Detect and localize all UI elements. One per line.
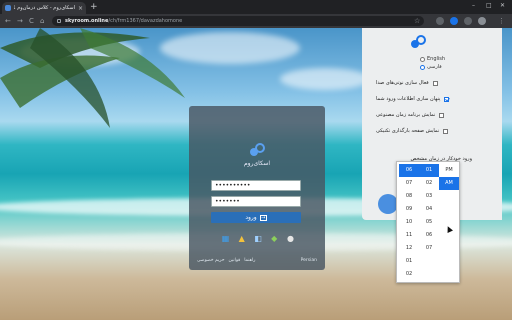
- windows-icon[interactable]: ▦: [221, 234, 230, 243]
- macos-finder-icon[interactable]: ◧: [254, 234, 263, 243]
- tab-title: اسکای‌روم - کلاس درمان‌وم 3121: [14, 5, 75, 11]
- english-radio[interactable]: [420, 56, 425, 62]
- hour-option[interactable]: 06: [399, 164, 419, 177]
- login-footer: حریم خصوصی قوانین راهنما Persian: [197, 258, 317, 263]
- android-icon[interactable]: ◆: [270, 234, 279, 243]
- minute-option[interactable]: 07: [419, 242, 439, 255]
- hour-column[interactable]: 06 07 08 09 10 11 12 01 02: [399, 164, 419, 281]
- hide-login-info-checkbox[interactable]: [444, 96, 450, 102]
- terms-link[interactable]: قوانین: [229, 258, 241, 263]
- language-option-farsi[interactable]: فارسی: [420, 64, 442, 70]
- save-settings-button[interactable]: [378, 194, 398, 214]
- option-hide-login-info[interactable]: پنهان سازی اطلاعات ورود شما: [376, 96, 496, 102]
- farsi-radio[interactable]: [420, 64, 425, 70]
- english-label: English: [427, 56, 446, 62]
- linux-icon[interactable]: ▲: [237, 234, 246, 243]
- help-link[interactable]: راهنما: [244, 258, 255, 263]
- browser-tab[interactable]: اسکای‌روم - کلاس درمان‌وم 3121 ×: [2, 2, 86, 14]
- hour-option[interactable]: 09: [399, 203, 419, 216]
- option-sound-notifications[interactable]: فعال سازی نوتی‌های صدا: [376, 80, 496, 86]
- tab-strip: اسکای‌روم - کلاس درمان‌وم 3121 × + – □ ✕: [0, 0, 512, 14]
- skyroom-logo-icon: [411, 35, 426, 48]
- time-picker-dropdown: 06 07 08 09 10 11 12 01 02 01 02 03 04 0…: [396, 161, 460, 283]
- enter-arrow-icon: →: [259, 214, 267, 221]
- minute-option[interactable]: 06: [419, 229, 439, 242]
- hour-option[interactable]: 02: [399, 268, 419, 281]
- minimize-icon[interactable]: –: [472, 2, 475, 9]
- lock-icon[interactable]: [57, 19, 61, 23]
- new-tab-button[interactable]: +: [90, 2, 98, 12]
- back-icon[interactable]: ←: [5, 16, 11, 26]
- reload-icon[interactable]: C: [29, 16, 34, 26]
- skyroom-extension-icon[interactable]: [450, 17, 458, 25]
- sound-notifications-checkbox[interactable]: [432, 80, 438, 86]
- minute-option[interactable]: 04: [419, 203, 439, 216]
- option-artificial-schedule[interactable]: نمایش برنامه زمان مصنوعی: [376, 112, 496, 118]
- app-name: اسکای‌روم: [243, 160, 271, 167]
- apple-icon[interactable]: ●: [286, 234, 295, 243]
- language-selector[interactable]: Persian: [301, 258, 317, 263]
- minute-column[interactable]: 01 02 03 04 05 06 07: [419, 164, 439, 255]
- hour-option[interactable]: 12: [399, 242, 419, 255]
- maximize-icon[interactable]: □: [486, 2, 492, 9]
- tab-close-icon[interactable]: ×: [78, 5, 83, 12]
- platform-downloads: ▦ ▲ ◧ ◆ ●: [221, 234, 295, 243]
- login-button[interactable]: ورود →: [211, 212, 301, 223]
- username-field[interactable]: ••••••••••: [211, 180, 301, 191]
- login-card: اسکای‌روم •••••••••• ••••••• ورود → ▦ ▲ …: [189, 106, 325, 270]
- skyroom-logo-icon: [250, 143, 265, 156]
- option-label: پنهان سازی اطلاعات ورود شما: [376, 96, 441, 102]
- url-host: skyroom.online: [65, 18, 109, 24]
- login-page: اسکای‌روم •••••••••• ••••••• ورود → ▦ ▲ …: [0, 28, 512, 320]
- skyroom-favicon-icon: [5, 5, 11, 11]
- option-label: فعال سازی نوتی‌های صدا: [376, 80, 429, 86]
- ampm-column[interactable]: PM AM: [439, 164, 459, 190]
- home-icon[interactable]: ⌂: [40, 16, 44, 26]
- hour-option[interactable]: 08: [399, 190, 419, 203]
- hour-option[interactable]: 07: [399, 177, 419, 190]
- url-path: /ch/frm1367/davazdahomone: [108, 18, 183, 24]
- browser-toolbar: ← → C ⌂ skyroom.online /ch/frm1367/davaz…: [0, 14, 512, 28]
- option-label: نمایش صفحه بارگذاری تکنیکی: [376, 128, 440, 134]
- minute-option[interactable]: 02: [419, 177, 439, 190]
- browser-menu-icon[interactable]: ⋮: [498, 16, 505, 26]
- hour-option[interactable]: 10: [399, 216, 419, 229]
- profile-avatar[interactable]: [478, 17, 486, 25]
- forward-icon[interactable]: →: [17, 16, 23, 26]
- ampm-option[interactable]: PM: [439, 164, 459, 177]
- hour-option[interactable]: 01: [399, 255, 419, 268]
- farsi-label: فارسی: [427, 64, 442, 70]
- ampm-option[interactable]: AM: [439, 177, 459, 190]
- puzzle-extensions-icon[interactable]: [464, 17, 472, 25]
- background-cloud: [280, 68, 370, 90]
- minute-option[interactable]: 03: [419, 190, 439, 203]
- address-bar[interactable]: skyroom.online /ch/frm1367/davazdahomone: [52, 16, 424, 26]
- loading-page-checkbox[interactable]: [443, 128, 449, 134]
- hour-option[interactable]: 11: [399, 229, 419, 242]
- minute-option[interactable]: 05: [419, 216, 439, 229]
- language-option-english[interactable]: English: [420, 56, 445, 62]
- password-field[interactable]: •••••••: [211, 196, 301, 207]
- login-button-label: ورود: [245, 214, 257, 221]
- option-loading-page[interactable]: نمایش صفحه بارگذاری تکنیکی: [376, 128, 496, 134]
- minute-option[interactable]: 01: [419, 164, 439, 177]
- palm-tree-image: [0, 28, 185, 128]
- close-window-icon[interactable]: ✕: [500, 2, 505, 9]
- privacy-link[interactable]: حریم خصوصی: [197, 258, 225, 263]
- extension-icon[interactable]: [436, 17, 444, 25]
- bookmark-star-icon[interactable]: ☆: [414, 16, 420, 26]
- option-label: نمایش برنامه زمان مصنوعی: [376, 112, 436, 118]
- artificial-schedule-checkbox[interactable]: [439, 112, 445, 118]
